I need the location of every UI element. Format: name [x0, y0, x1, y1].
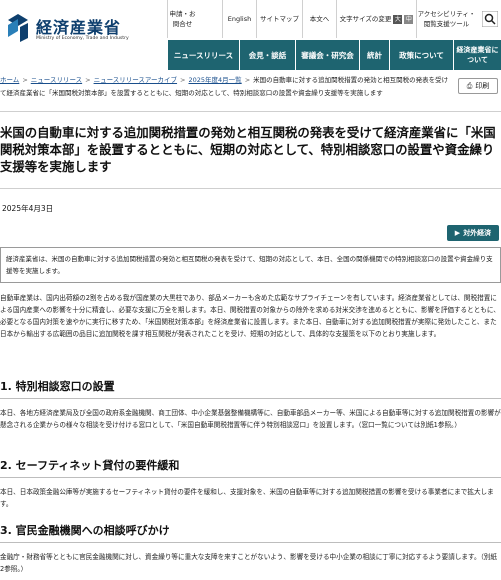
divider — [0, 188, 501, 189]
logo-text: 経済産業省 — [36, 18, 122, 37]
breadcrumb-separator: > — [180, 76, 186, 84]
breadcrumb-news-release[interactable]: ニュースリリース — [31, 76, 82, 84]
accessibility-link[interactable]: アクセシビリティ・閲覧支援ツール — [416, 0, 476, 38]
breadcrumb-archive[interactable]: ニュースリリースアーカイブ — [94, 76, 177, 84]
breadcrumb: ホーム > ニュースリリース > ニュースリリースアーカイブ >2025年度4月一覧 > 米国… — [0, 74, 450, 100]
nav-policy[interactable]: 政策について — [389, 40, 453, 70]
nav-council[interactable]: 審議会・研究会 — [295, 40, 359, 70]
skip-to-content-link[interactable]: 本文へ — [302, 0, 336, 38]
search-icon[interactable] — [482, 11, 498, 27]
section-heading: 3. 官民金融機関への相談呼びかけ — [0, 522, 501, 543]
inquiry-link[interactable]: 申請・お問合せ — [167, 0, 197, 38]
nav-statistics[interactable]: 統計 — [359, 40, 389, 70]
category-tag-label: 対外経済 — [463, 229, 492, 237]
print-icon: ⎙ — [466, 81, 473, 90]
divider — [0, 111, 501, 112]
breadcrumb-separator: > — [85, 76, 91, 84]
breadcrumb-separator: > — [244, 76, 251, 84]
meti-logo-icon — [8, 14, 28, 42]
nav-news-release[interactable]: ニュースリリース — [167, 40, 239, 70]
chevron-right-icon: ▶ — [454, 229, 461, 237]
site-header: 経済産業省 Ministry of Economy, Trade and Ind… — [0, 0, 501, 70]
section-body: 本日、各地方経済産業局及び全国の政府系金融機関、商工団体、中小企業基盤整備機構等… — [0, 409, 501, 429]
text-size-control: 文字サイズの変更 大 中 — [336, 0, 416, 38]
print-label: 印刷 — [475, 82, 490, 90]
logo-subtext: Ministry of Economy, Trade and Industry — [36, 36, 129, 41]
english-link[interactable]: English — [222, 0, 256, 38]
breadcrumb-month[interactable]: 2025年度4月一覧 — [189, 76, 242, 84]
print-button[interactable]: ⎙ 印刷 — [458, 78, 498, 94]
publish-date: 2025年4月3日 — [2, 204, 54, 213]
section-body: 本日、日本政策金融公庫等が実施するセーフティネット貸付の要件を緩和し、支援対象を… — [0, 488, 494, 508]
breadcrumb-home[interactable]: ホーム — [0, 76, 19, 84]
meti-logo[interactable]: 経済産業省 Ministry of Economy, Trade and Ind… — [6, 14, 146, 48]
nav-press[interactable]: 会見・談話 — [239, 40, 295, 70]
section-heading: 2. セーフティネット貸付の要件緩和 — [0, 457, 501, 478]
sitemap-link[interactable]: サイトマップ — [256, 0, 302, 38]
section-heading: 1. 特別相談窓口の設置 — [0, 378, 501, 399]
breadcrumb-separator: > — [22, 76, 28, 84]
text-size-medium-button[interactable]: 中 — [404, 14, 414, 24]
text-size-label: 文字サイズの変更 — [339, 15, 392, 23]
category-tag-button[interactable]: ▶ 対外経済 — [447, 225, 499, 241]
page-title: 米国の自動車に対する追加関税措置の発効と相互関税の発表を受けて経済産業省に「米国… — [0, 125, 496, 174]
nav-about[interactable]: 経済産業省について — [453, 40, 501, 70]
summary-box: 経済産業省は、米国の自動車に対する追加関税措置の発効と相互関税の発表を受けて、短… — [0, 247, 501, 283]
section-body: 金融庁・財務省等とともに官民金融機関に対し、資金繰り等に重大な支障を来すことがな… — [0, 553, 498, 573]
intro-paragraph: 自動車産業は、国内出荷額の2割を占める我が国産業の大黒柱であり、部品メーカーも含… — [0, 294, 500, 338]
text-size-large-button[interactable]: 大 — [393, 14, 403, 24]
